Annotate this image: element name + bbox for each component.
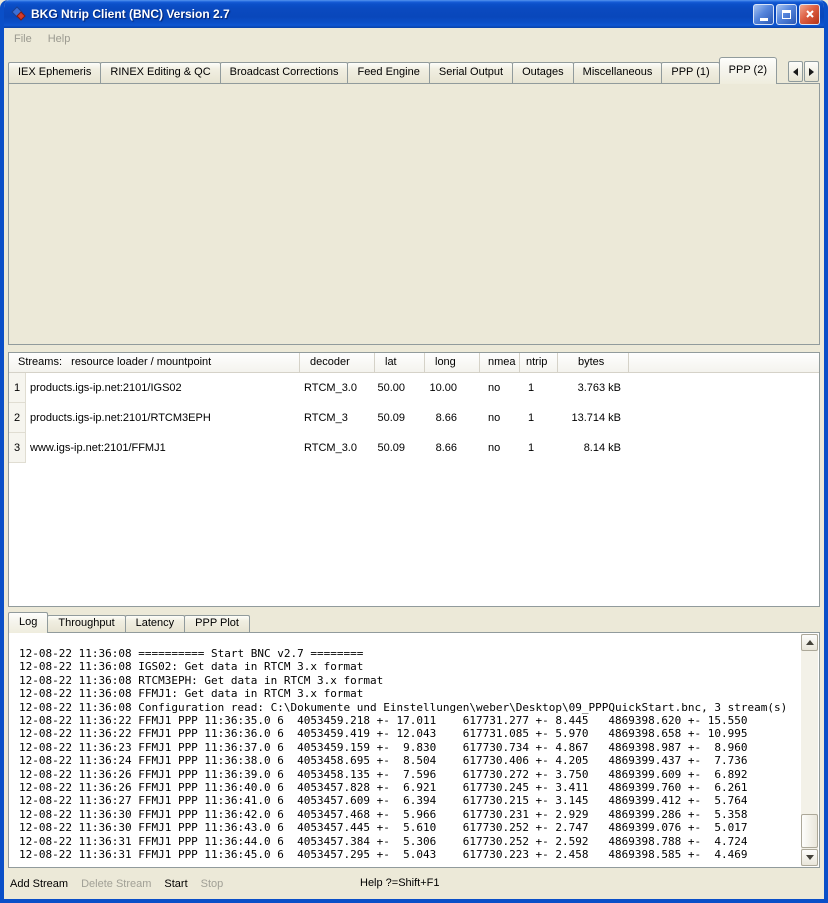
start-button[interactable]: Start	[164, 878, 187, 890]
minimize-icon[interactable]	[753, 4, 774, 25]
tab-ppp-plot[interactable]: PPP Plot	[184, 615, 250, 632]
tab-outages[interactable]: Outages	[512, 62, 574, 83]
cell-ntrip: 1	[520, 412, 558, 424]
cell-nmea: no	[480, 382, 520, 394]
stream-row[interactable]: 3 www.igs-ip.net:2101/FFMJ1 RTCM_3.0 50.…	[9, 433, 819, 463]
tab-miscellaneous[interactable]: Miscellaneous	[573, 62, 663, 83]
cell-decoder: RTCM_3	[300, 412, 375, 424]
menu-help[interactable]: Help	[48, 33, 71, 45]
log-tabbar: Log Throughput Latency PPP Plot	[8, 612, 250, 633]
arrow-up-icon[interactable]	[801, 634, 818, 651]
help-shortcut-label: Help ?=Shift+F1	[360, 868, 440, 899]
cell-mountpoint: products.igs-ip.net:2101/IGS02	[26, 382, 300, 394]
tab-throughput[interactable]: Throughput	[47, 615, 125, 632]
close-icon[interactable]	[799, 4, 820, 25]
log-line: 12-08-22 11:36:31 FFMJ1 PPP 11:36:45.0 6…	[19, 848, 797, 861]
cell-long: 10.00	[425, 382, 480, 394]
tab-iex-ephemeris[interactable]: IEX Ephemeris	[8, 62, 101, 83]
cell-bytes: 3.763 kB	[558, 382, 629, 394]
cell-lat: 50.09	[375, 442, 425, 454]
tab-serial-output[interactable]: Serial Output	[429, 62, 513, 83]
stop-button: Stop	[201, 878, 224, 890]
titlebar: BKG Ntrip Client (BNC) Version 2.7	[4, 0, 824, 28]
cell-decoder: RTCM_3.0	[300, 382, 375, 394]
log-line: 12-08-22 11:36:26 FFMJ1 PPP 11:36:40.0 6…	[19, 781, 797, 794]
log-line: 12-08-22 11:36:08 FFMJ1: Get data in RTC…	[19, 687, 797, 700]
cell-nmea: no	[480, 412, 520, 424]
log-line: 12-08-22 11:36:24 FFMJ1 PPP 11:36:38.0 6…	[19, 754, 797, 767]
tab-rinex-editing-qc[interactable]: RINEX Editing & QC	[100, 62, 220, 83]
cell-decoder: RTCM_3.0	[300, 442, 375, 454]
log-line: 12-08-22 11:36:31 FFMJ1 PPP 11:36:44.0 6…	[19, 835, 797, 848]
header-filler	[629, 353, 819, 372]
header-bytes: bytes	[558, 353, 629, 372]
log-line: 12-08-22 11:36:26 FFMJ1 PPP 11:36:39.0 6…	[19, 768, 797, 781]
tab-broadcast-corrections[interactable]: Broadcast Corrections	[220, 62, 349, 83]
scrollbar-thumb[interactable]	[801, 814, 818, 848]
bnc-app-icon	[10, 6, 26, 22]
header-long: long	[425, 353, 480, 372]
header-nmea: nmea	[480, 353, 520, 372]
log-line: 12-08-22 11:36:30 FFMJ1 PPP 11:36:42.0 6…	[19, 808, 797, 821]
log-text: 12-08-22 11:36:08 ========== Start BNC v…	[19, 647, 797, 863]
header-mountpoint: Streams: resource loader / mountpoint	[9, 353, 300, 372]
log-scrollbar[interactable]	[801, 634, 818, 866]
log-line: 12-08-22 11:36:08 ========== Start BNC v…	[19, 647, 797, 660]
cell-ntrip: 1	[520, 442, 558, 454]
main-tabbar: IEX Ephemeris RINEX Editing & QC Broadca…	[8, 57, 786, 84]
window-title: BKG Ntrip Client (BNC) Version 2.7	[31, 7, 753, 21]
row-number: 2	[9, 403, 26, 433]
tab-ppp-1[interactable]: PPP (1)	[661, 62, 719, 83]
delete-stream-button: Delete Stream	[81, 878, 151, 890]
tab-feed-engine[interactable]: Feed Engine	[347, 62, 429, 83]
streams-table: Streams: resource loader / mountpoint de…	[8, 352, 820, 607]
log-line: 12-08-22 11:36:08 RTCM3EPH: Get data in …	[19, 674, 797, 687]
menubar: File Help	[4, 28, 824, 50]
log-line: 12-08-22 11:36:08 IGS02: Get data in RTC…	[19, 660, 797, 673]
cell-lat: 50.00	[375, 382, 425, 394]
log-line: 12-08-22 11:36:08 Configuration read: C:…	[19, 701, 797, 714]
log-line: 12-08-22 11:36:22 FFMJ1 PPP 11:36:35.0 6…	[19, 714, 797, 727]
log-line: 12-08-22 11:36:23 FFMJ1 PPP 11:36:37.0 6…	[19, 741, 797, 754]
cell-ntrip: 1	[520, 382, 558, 394]
log-pane: 12-08-22 11:36:08 ========== Start BNC v…	[8, 632, 820, 868]
cell-nmea: no	[480, 442, 520, 454]
maximize-icon[interactable]	[776, 4, 797, 25]
header-ntrip: ntrip	[520, 353, 558, 372]
tab-scroll-buttons	[788, 61, 819, 82]
log-line: 12-08-22 11:36:30 FFMJ1 PPP 11:36:43.0 6…	[19, 821, 797, 834]
tab-log[interactable]: Log	[8, 612, 48, 633]
cell-mountpoint: products.igs-ip.net:2101/RTCM3EPH	[26, 412, 300, 424]
stream-row[interactable]: 2 products.igs-ip.net:2101/RTCM3EPH RTCM…	[9, 403, 819, 433]
header-decoder: decoder	[300, 353, 375, 372]
streams-table-header: Streams: resource loader / mountpoint de…	[9, 353, 819, 373]
arrow-down-icon[interactable]	[801, 849, 818, 866]
app-window: BKG Ntrip Client (BNC) Version 2.7 File …	[0, 0, 828, 903]
row-number: 1	[9, 373, 26, 403]
tab-ppp-2[interactable]: PPP (2)	[719, 57, 777, 84]
row-number: 3	[9, 433, 26, 463]
header-lat: lat	[375, 353, 425, 372]
cell-lat: 50.09	[375, 412, 425, 424]
stream-row[interactable]: 1 products.igs-ip.net:2101/IGS02 RTCM_3.…	[9, 373, 819, 403]
ppp2-panel	[8, 83, 820, 345]
log-line: 12-08-22 11:36:27 FFMJ1 PPP 11:36:41.0 6…	[19, 794, 797, 807]
arrow-right-icon[interactable]	[804, 61, 819, 82]
cell-mountpoint: www.igs-ip.net:2101/FFMJ1	[26, 442, 300, 454]
cell-long: 8.66	[425, 412, 480, 424]
menu-file[interactable]: File	[14, 33, 32, 45]
cell-bytes: 8.14 kB	[558, 442, 629, 454]
action-bar: Add Stream Delete Stream Start Stop Help…	[4, 868, 824, 899]
arrow-left-icon[interactable]	[788, 61, 803, 82]
cell-long: 8.66	[425, 442, 480, 454]
add-stream-button[interactable]: Add Stream	[10, 878, 68, 890]
log-line: 12-08-22 11:36:22 FFMJ1 PPP 11:36:36.0 6…	[19, 727, 797, 740]
tab-latency[interactable]: Latency	[125, 615, 186, 632]
cell-bytes: 13.714 kB	[558, 412, 629, 424]
